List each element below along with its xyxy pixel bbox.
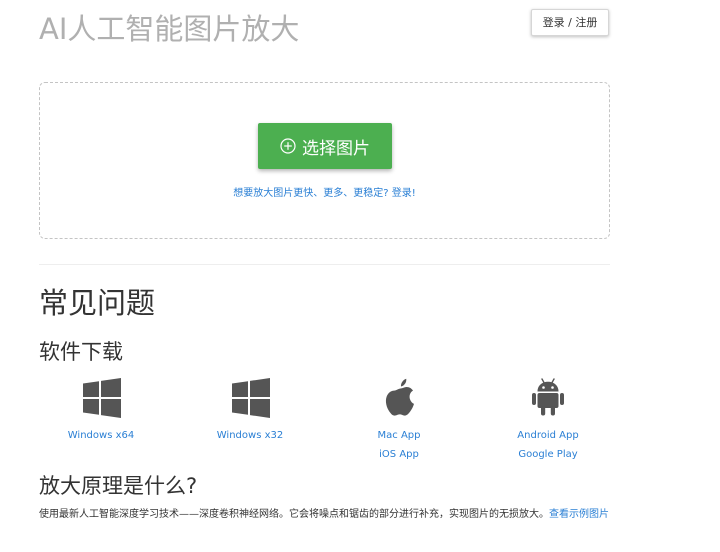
principle-text: 使用最新人工智能深度学习技术——深度卷积神经网络。它会将噪点和锯齿的部分进行补充… <box>39 509 549 520</box>
select-image-button[interactable]: 选择图片 <box>258 123 392 169</box>
download-ios-app-link[interactable]: iOS App <box>379 449 419 460</box>
principle-title: 放大原理是什么? <box>39 474 198 498</box>
upload-drop-zone[interactable]: 选择图片 想要放大图片更快、更多、更稳定? 登录! <box>39 82 610 239</box>
login-register-button[interactable]: 登录 / 注册 <box>531 9 609 36</box>
select-image-label: 选择图片 <box>302 138 370 159</box>
faq-title: 常见问题 <box>39 286 156 320</box>
download-android-app-link[interactable]: Android App <box>517 430 578 441</box>
windows-icon[interactable] <box>82 378 122 418</box>
view-examples-link[interactable]: 查看示例图片 <box>549 509 609 520</box>
download-windows-x64-link[interactable]: Windows x64 <box>68 430 134 441</box>
login-hint-link[interactable]: 想要放大图片更快、更多、更稳定? 登录! <box>40 184 609 199</box>
app-title: AI人工智能图片放大 <box>39 12 300 46</box>
android-icon[interactable] <box>528 377 568 417</box>
windows-icon[interactable] <box>231 378 271 418</box>
principle-paragraph: 使用最新人工智能深度学习技术——深度卷积神经网络。它会将噪点和锯齿的部分进行补充… <box>39 506 609 524</box>
download-mac-app-link[interactable]: Mac App <box>378 430 421 441</box>
download-windows-x32-link[interactable]: Windows x32 <box>217 430 283 441</box>
apple-icon[interactable] <box>380 377 420 417</box>
section-divider <box>39 264 610 265</box>
download-google-play-link[interactable]: Google Play <box>518 449 577 460</box>
page: AI人工智能图片放大 登录 / 注册 选择图片 想要放大图片更快、更多、更稳定?… <box>0 0 720 552</box>
plus-circle-icon <box>280 138 296 154</box>
download-title: 软件下载 <box>39 340 123 364</box>
